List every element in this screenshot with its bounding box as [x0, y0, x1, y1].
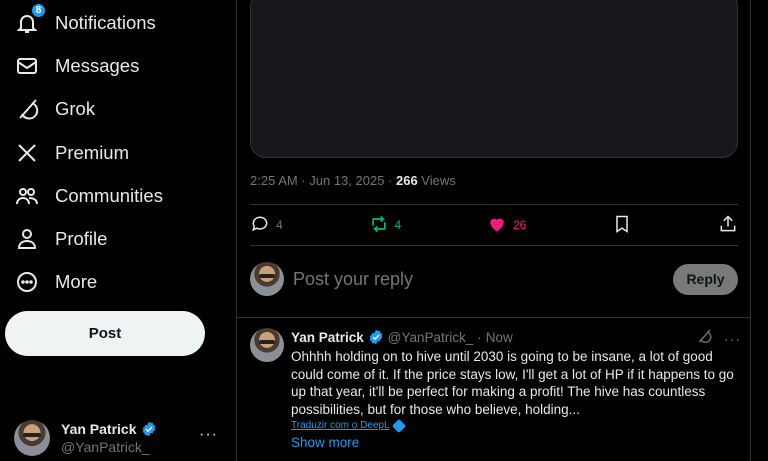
- reply-author-handle[interactable]: @YanPatrick_: [388, 330, 474, 345]
- separator-dot: ·: [477, 329, 482, 345]
- like-count: 26: [513, 218, 527, 232]
- tweet-media[interactable]: [250, 0, 738, 158]
- sidebar-item-label: Messages: [55, 55, 140, 76]
- sidebar-item-label: Grok: [55, 98, 96, 119]
- like-action[interactable]: 26: [487, 214, 526, 237]
- sidebar-item-label: Profile: [55, 228, 108, 249]
- tweet-meta: 2:25 AM · Jun 13, 2025 · 266 Views: [250, 173, 456, 188]
- sidebar-item-label: Premium: [55, 142, 130, 163]
- avatar[interactable]: [250, 328, 284, 362]
- views-label: Views: [417, 173, 456, 188]
- sidebar-item-label: Notifications: [55, 12, 156, 33]
- sidebar: 8 Notifications Messages Grok Premium Co…: [0, 0, 236, 461]
- views-count: 266: [395, 173, 418, 188]
- repost-action[interactable]: 4: [369, 214, 402, 237]
- reply-text: Ohhhh holding on to hive until 2030 is g…: [291, 349, 734, 417]
- grok-icon: [14, 96, 40, 122]
- bell-icon: 8: [14, 3, 46, 36]
- people-icon: [14, 183, 40, 209]
- divider: [237, 317, 750, 318]
- heart-icon: [487, 214, 507, 237]
- sidebar-item-profile[interactable]: Profile: [14, 219, 107, 259]
- translate-link[interactable]: Traduzir com o DeepL: [291, 418, 741, 433]
- share-action[interactable]: [718, 214, 738, 237]
- repost-icon: [369, 214, 389, 237]
- sidebar-item-grok[interactable]: Grok: [14, 89, 95, 129]
- reply-time[interactable]: Now: [486, 330, 513, 345]
- x-logo-icon: [14, 140, 40, 166]
- reply-button[interactable]: Reply: [673, 263, 738, 295]
- post-button[interactable]: Post: [5, 311, 205, 356]
- share-icon: [718, 214, 738, 237]
- more-icon[interactable]: ···: [724, 331, 741, 347]
- reply-author-name[interactable]: Yan Patrick: [291, 330, 364, 345]
- reply-icon: [250, 214, 270, 237]
- account-switcher[interactable]: Yan Patrick @YanPatrick_ ···: [14, 418, 224, 458]
- repost-count: 4: [394, 218, 402, 232]
- avatar: [14, 420, 50, 456]
- sidebar-item-label: Communities: [55, 185, 163, 206]
- tweet-actions: 4 4 26: [250, 205, 738, 245]
- reply-composer: Reply: [250, 258, 738, 300]
- sidebar-item-label: More: [55, 271, 98, 292]
- avatar: [250, 262, 284, 296]
- reply-action[interactable]: 4: [250, 214, 283, 237]
- bookmark-icon: [612, 214, 632, 237]
- sidebar-item-notifications[interactable]: 8 Notifications: [14, 3, 156, 43]
- deepl-icon: [391, 418, 406, 433]
- account-name: Yan Patrick: [61, 421, 137, 437]
- verified-badge-icon: [141, 421, 157, 437]
- main-column: 2:25 AM · Jun 13, 2025 · 266 Views 4 4 2…: [236, 0, 751, 461]
- more-circle-icon: [14, 269, 40, 295]
- person-icon: [14, 226, 40, 252]
- show-more-link[interactable]: Show more: [291, 435, 741, 450]
- sidebar-item-more[interactable]: More: [14, 262, 97, 302]
- grok-icon[interactable]: [696, 328, 712, 349]
- notification-badge: 8: [31, 3, 46, 18]
- sidebar-item-premium[interactable]: Premium: [14, 133, 129, 173]
- divider: [250, 245, 738, 246]
- verified-badge-icon: [368, 329, 384, 345]
- envelope-icon: [14, 53, 40, 79]
- sidebar-item-messages[interactable]: Messages: [14, 46, 139, 86]
- account-handle: @YanPatrick_: [61, 439, 150, 455]
- reply-input[interactable]: [293, 268, 673, 290]
- tweet-timestamp[interactable]: 2:25 AM · Jun 13, 2025 ·: [250, 173, 396, 188]
- translate-label: Traduzir com o DeepL: [291, 420, 390, 431]
- reply-count: 4: [276, 218, 283, 232]
- account-more-icon[interactable]: ···: [199, 426, 218, 444]
- sidebar-item-communities[interactable]: Communities: [14, 176, 163, 216]
- bookmark-action[interactable]: [612, 214, 632, 237]
